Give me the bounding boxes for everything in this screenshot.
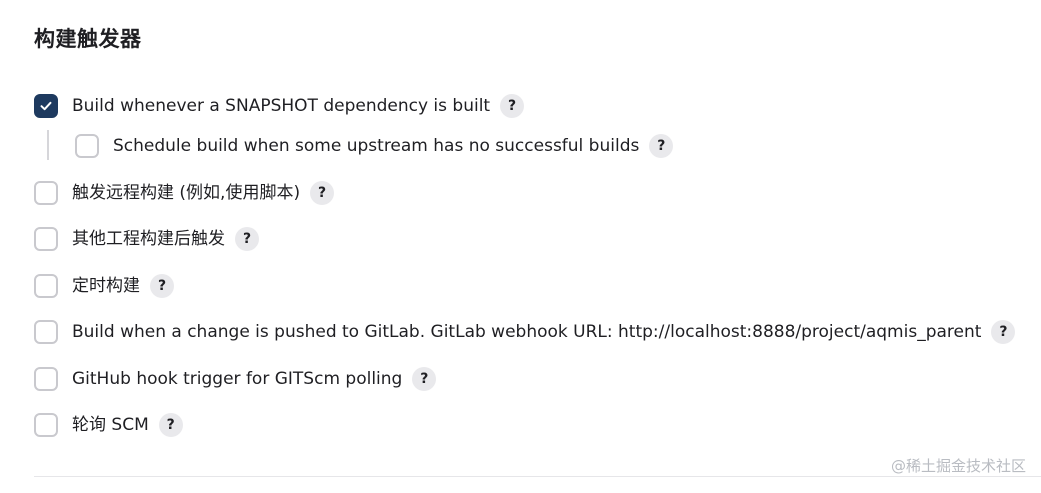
- help-icon[interactable]: ?: [649, 134, 674, 158]
- help-icon[interactable]: ?: [235, 227, 259, 251]
- option-after-other-projects[interactable]: 其他工程构建后触发 ?: [34, 225, 259, 253]
- option-schedule-upstream[interactable]: Schedule build when some upstream has no…: [75, 132, 674, 160]
- option-label: Build whenever a SNAPSHOT dependency is …: [72, 96, 491, 116]
- help-icon[interactable]: ?: [310, 181, 335, 205]
- help-icon[interactable]: ?: [150, 274, 174, 298]
- watermark: @稀土掘金技术社区: [890, 457, 1026, 475]
- option-label: GitHub hook trigger for GITScm polling: [72, 369, 403, 389]
- option-label: 触发远程构建 (例如,使用脚本): [72, 183, 301, 203]
- checkbox-poll-scm[interactable]: [34, 413, 58, 437]
- option-label: 其他工程构建后触发: [72, 229, 225, 249]
- checkbox-github-hook[interactable]: [34, 367, 58, 391]
- option-gitlab-push[interactable]: Build when a change is pushed to GitLab.…: [34, 318, 1016, 346]
- checkbox-build-periodically[interactable]: [34, 274, 58, 298]
- option-label: Schedule build when some upstream has no…: [113, 136, 640, 156]
- option-snapshot-dependency[interactable]: Build whenever a SNAPSHOT dependency is …: [34, 92, 525, 120]
- section-title: 构建触发器: [34, 27, 142, 51]
- help-icon[interactable]: ?: [412, 367, 437, 391]
- checkbox-after-other-projects[interactable]: [34, 227, 58, 251]
- option-poll-scm[interactable]: 轮询 SCM ?: [34, 411, 183, 439]
- option-github-hook[interactable]: GitHub hook trigger for GITScm polling ?: [34, 365, 437, 393]
- checkbox-remote-trigger[interactable]: [34, 181, 58, 205]
- nested-option-indicator: [47, 130, 49, 160]
- help-icon[interactable]: ?: [500, 94, 525, 118]
- option-label: Build when a change is pushed to GitLab.…: [72, 322, 982, 342]
- help-icon[interactable]: ?: [158, 413, 183, 437]
- checkbox-snapshot-dependency[interactable]: [34, 94, 58, 118]
- option-label: 轮询 SCM: [72, 415, 149, 435]
- option-build-periodically[interactable]: 定时构建 ?: [34, 272, 174, 300]
- checkbox-gitlab-push[interactable]: [34, 320, 58, 344]
- help-icon[interactable]: ?: [991, 320, 1016, 344]
- option-label: 定时构建: [72, 276, 140, 296]
- section-divider: [34, 476, 1041, 477]
- checkbox-schedule-upstream[interactable]: [75, 134, 99, 158]
- option-remote-trigger[interactable]: 触发远程构建 (例如,使用脚本) ?: [34, 179, 335, 207]
- check-icon: [40, 101, 52, 111]
